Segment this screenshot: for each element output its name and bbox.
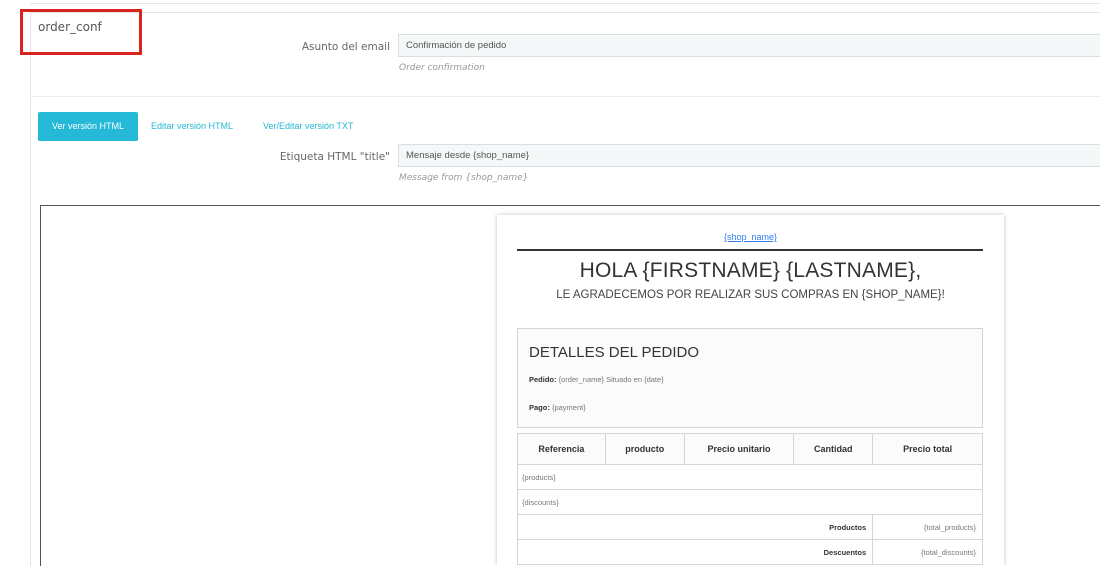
title-tag-label: Etiqueta HTML "title" [279, 151, 390, 163]
order-details-title: DETALLES DEL PEDIDO [529, 344, 700, 361]
subject-help: Order confirmation [399, 63, 485, 73]
thanks-subtitle: LE AGRADECEMOS POR REALIZAR SUS COMPRAS … [556, 289, 945, 301]
title-tag-input[interactable]: Mensaje desde {shop_name} [398, 144, 1100, 167]
payment-label: Pago: [529, 403, 550, 412]
shop-name-link[interactable]: {shop_name} [497, 232, 1004, 242]
header-rule [517, 249, 983, 251]
products-table: Referencia producto Precio unitario Cant… [516, 433, 983, 565]
subject-input[interactable]: Confirmación de pedido [398, 34, 1100, 57]
col-reference: Referencia [517, 433, 606, 465]
title-tag-help: Message from {shop_name} [399, 173, 529, 183]
email-preview: {shop_name} HOLA {FIRSTNAME} {LASTNAME},… [497, 215, 1004, 566]
tab-view-html[interactable]: Ver versión HTML [38, 112, 138, 141]
top-divider [30, 0, 1100, 4]
products-placeholder: {products} [517, 464, 983, 490]
section-divider [30, 96, 1100, 97]
discounts-placeholder: {discounts} [517, 489, 983, 515]
col-quantity: Cantidad [793, 433, 874, 465]
total-discounts-label: Descuentos [516, 539, 874, 565]
table-row: {products} [517, 464, 983, 490]
order-label: Pedido: [529, 375, 557, 384]
tab-edit-txt[interactable]: Ver/Editar versión TXT [263, 112, 383, 141]
highlight-annotation-box [20, 9, 142, 55]
total-products-value: {total_products} [872, 514, 983, 540]
col-unit-price: Precio unitario [683, 433, 795, 465]
table-header-row: Referencia producto Precio unitario Cant… [517, 433, 983, 465]
total-discounts-value: {total_discounts} [872, 539, 983, 565]
payment-value: {payment} [551, 403, 586, 412]
col-product: producto [604, 433, 685, 465]
table-row: Productos {total_products} [516, 514, 983, 540]
payment-line: Pago: {payment} [529, 403, 586, 412]
order-details-box: DETALLES DEL PEDIDO Pedido: {order_name}… [517, 328, 983, 428]
col-total-price: Precio total [872, 433, 983, 465]
order-value: {order_name} Situado en {date} [558, 375, 664, 384]
subject-label: Asunto del email [301, 41, 390, 53]
total-products-label: Productos [516, 514, 874, 540]
order-line: Pedido: {order_name} Situado en {date} [529, 375, 664, 384]
tab-edit-html[interactable]: Editar versión HTML [151, 112, 251, 141]
greeting-heading: HOLA {FIRSTNAME} {LASTNAME}, [579, 259, 922, 282]
table-row: Descuentos {total_discounts} [516, 539, 983, 565]
table-row: {discounts} [517, 489, 983, 515]
